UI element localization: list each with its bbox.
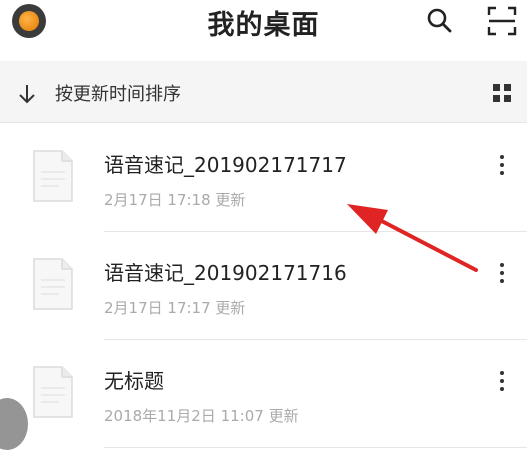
sort-down-arrow-icon: [19, 85, 35, 104]
item-meta: 2月17日 17:18 更新: [104, 191, 246, 209]
sort-label: 按更新时间排序: [55, 84, 181, 105]
item-meta: 2018年11月2日 11:07 更新: [104, 407, 299, 425]
more-vertical-icon[interactable]: [494, 262, 510, 284]
grid-view-icon[interactable]: [492, 83, 512, 103]
document-icon: [33, 150, 73, 202]
sort-bar[interactable]: 按更新时间排序: [0, 61, 527, 123]
search-icon[interactable]: [425, 6, 453, 34]
top-bar: 我的桌面: [0, 0, 527, 50]
document-icon: [33, 258, 73, 310]
more-vertical-icon[interactable]: [494, 154, 510, 176]
divider: [104, 447, 527, 448]
item-title: 语音速记_201902171717: [104, 153, 347, 177]
list-item[interactable]: 语音速记_201902171717 2月17日 17:18 更新: [0, 124, 527, 232]
item-meta: 2月17日 17:17 更新: [104, 299, 246, 317]
list-item[interactable]: 语音速记_201902171716 2月17日 17:17 更新: [0, 232, 527, 340]
more-vertical-icon[interactable]: [494, 370, 510, 392]
document-icon: [33, 366, 73, 418]
item-title: 语音速记_201902171716: [104, 261, 347, 285]
item-title: 无标题: [104, 369, 164, 393]
scan-icon[interactable]: [487, 6, 517, 36]
list-item[interactable]: 无标题 2018年11月2日 11:07 更新: [0, 340, 527, 448]
